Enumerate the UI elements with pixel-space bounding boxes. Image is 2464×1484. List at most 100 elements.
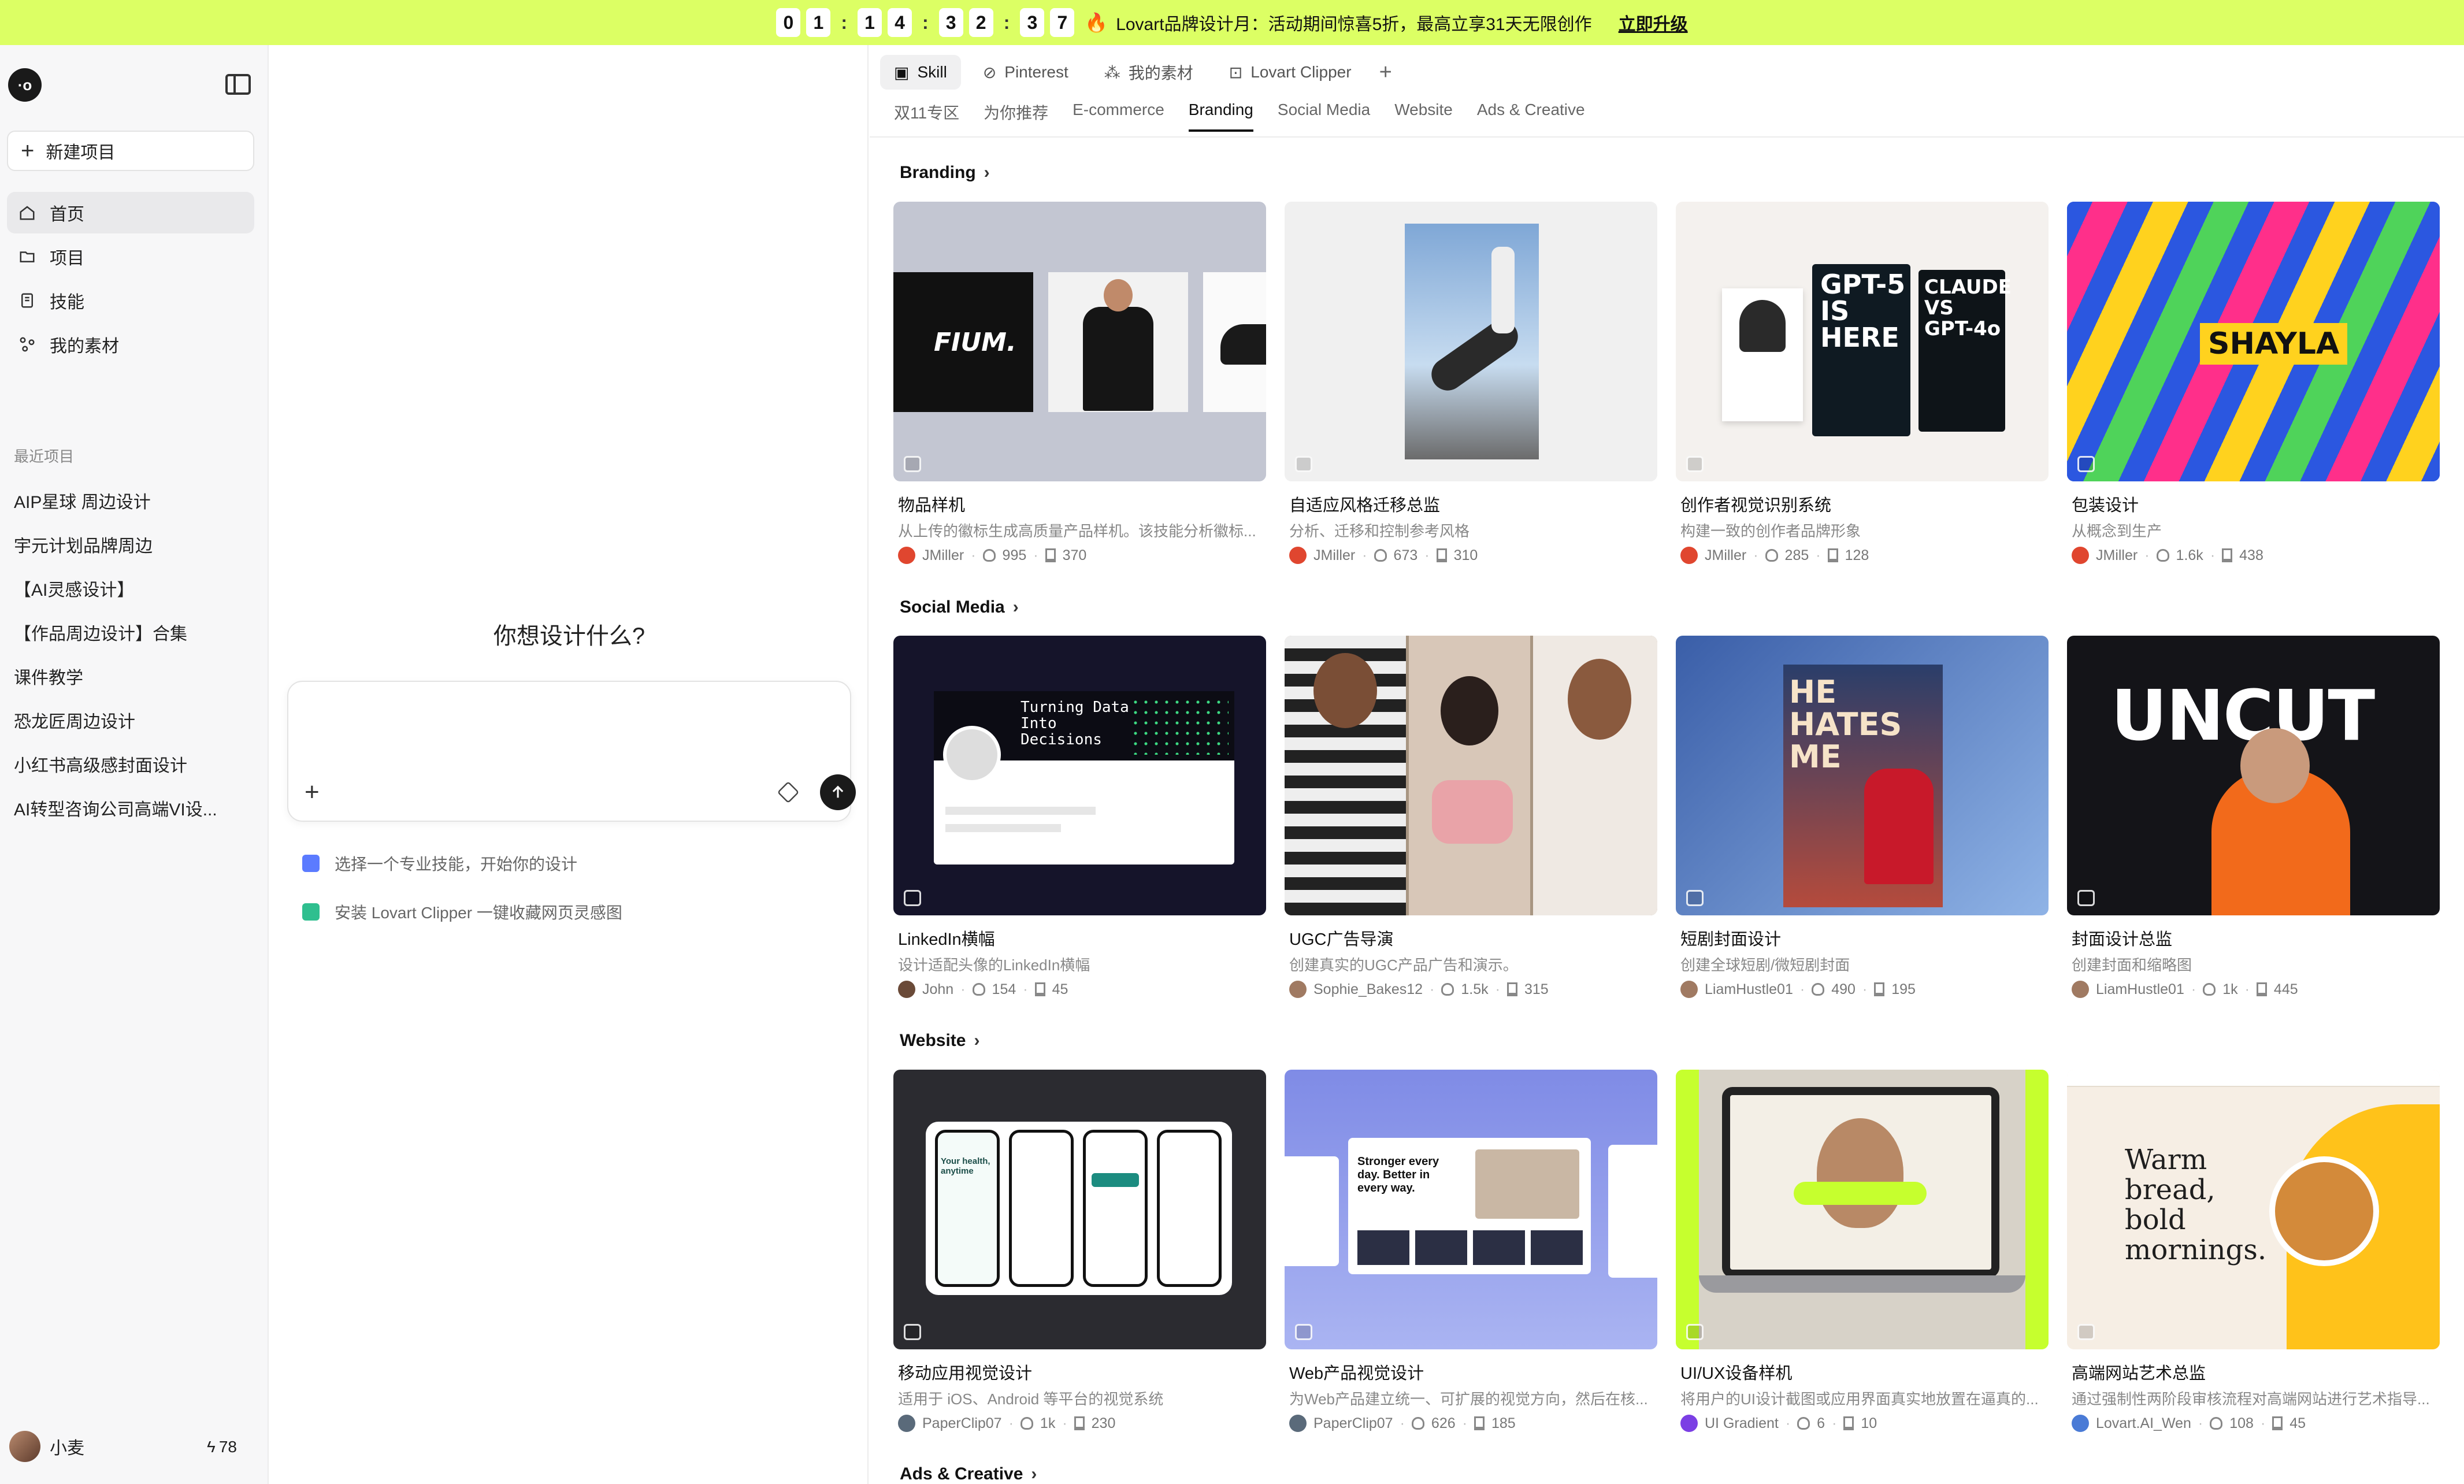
credits-badge[interactable]: ϟ 78 <box>207 1438 237 1456</box>
card-desc: 适用于 iOS、Android 等平台的视觉系统 <box>898 1390 1164 1408</box>
avatar <box>9 1431 40 1462</box>
category-tab[interactable]: 双11专区 <box>894 101 959 132</box>
sidebar-item-label: 项目 <box>50 249 84 268</box>
recent-project-item[interactable]: 宇元计划品牌周边 <box>14 522 257 566</box>
thumb-text: Your health, anytime <box>941 1156 990 1176</box>
skill-card[interactable]: UGC广告导演 创建真实的UGC产品广告和演示。 Sophie_Bakes12 … <box>1285 636 1657 998</box>
recent-project-item[interactable]: AI转型咨询公司高端VI设... <box>14 786 257 830</box>
image-icon <box>2077 1324 2095 1340</box>
recent-project-item[interactable]: 【作品周边设计】合集 <box>14 610 257 654</box>
top-tabs: ▣ Skill ⊘ Pinterest ⁂ 我的素材 ⊡ Lovart Clip… <box>880 53 1398 91</box>
skill-card[interactable]: GPT-5 IS HERE CLAUDE VS GPT-4o 创作者视觉识别系统… <box>1676 202 2049 564</box>
card-thumbnail: Warm bread, bold mornings. <box>2067 1070 2440 1349</box>
user-icon <box>1797 1417 1810 1430</box>
save-count: 195 <box>1891 981 1916 997</box>
recent-projects-list: AIP星球 周边设计 宇元计划品牌周边 【AI灵感设计】 【作品周边设计】合集 … <box>14 478 257 830</box>
send-button[interactable] <box>820 774 856 810</box>
skill-card[interactable]: SHAYLA 包装设计 从概念到生产 JMiller · 1.6k · 438 <box>2067 202 2440 564</box>
skill-card[interactable]: UNCUT 封面设计总监 创建封面和缩略图 LiamHustle01 · 1k … <box>2067 636 2440 998</box>
sidebar-item-home[interactable]: 首页 <box>7 192 254 233</box>
bookmark-icon <box>2272 1416 2283 1430</box>
use-count: 1k <box>1040 1415 1056 1431</box>
user-icon <box>1411 1417 1424 1430</box>
card-desc: 为Web产品建立统一、可扩展的视觉方向，然后在核... <box>1289 1390 1648 1408</box>
save-count: 128 <box>1845 547 1869 563</box>
use-count: 154 <box>992 981 1016 997</box>
section-title-branding[interactable]: Branding › <box>900 163 990 183</box>
hint-clipper[interactable]: 安装 Lovart Clipper 一键收藏网页灵感图 <box>302 900 622 923</box>
section-title-website[interactable]: Website › <box>900 1031 979 1051</box>
skill-card[interactable]: Turning Data Into Decisions LinkedIn横幅 设… <box>893 636 1266 998</box>
card-meta: Sophie_Bakes12 · 1.5k · 315 <box>1285 981 1657 998</box>
home-icon <box>17 203 37 222</box>
card-desc: 创建封面和缩略图 <box>2072 956 2192 974</box>
recent-project-item[interactable]: AIP星球 周边设计 <box>14 478 257 522</box>
lovart-logo[interactable]: ·o <box>8 68 42 102</box>
category-tab[interactable]: Website <box>1394 101 1453 132</box>
card-title: 创作者视觉识别系统 <box>1680 496 1832 515</box>
countdown-digit: 0 <box>776 8 801 37</box>
skill-card[interactable]: Your health, anytime 移动应用视觉设计 适用于 iOS、An… <box>893 1070 1266 1432</box>
thumb-text: Stronger every day. Better in every way. <box>1357 1155 1439 1194</box>
recent-projects-title: 最近项目 <box>14 448 75 465</box>
category-tab[interactable]: E-commerce <box>1073 101 1164 132</box>
image-icon <box>1686 456 1704 472</box>
category-tab-active[interactable]: Branding <box>1188 101 1253 132</box>
sidebar-item-skills[interactable]: 技能 <box>7 280 254 321</box>
card-desc: 创建全球短剧/微短剧封面 <box>1680 956 1850 974</box>
skill-card[interactable]: HE HATES ME 短剧封面设计 创建全球短剧/微短剧封面 LiamHust… <box>1676 636 2049 998</box>
cube-icon[interactable] <box>777 781 800 804</box>
chat-title: 你想设计什么? <box>493 624 645 649</box>
sidebar-item-assets[interactable]: 我的素材 <box>7 324 254 365</box>
card-title: 移动应用视觉设计 <box>898 1364 1033 1383</box>
hint-skill[interactable]: 选择一个专业技能，开始你的设计 <box>302 852 577 875</box>
recent-project-item[interactable]: 小红书高级感封面设计 <box>14 742 257 786</box>
bookmark-icon <box>1436 548 1447 562</box>
fire-icon: 🔥 <box>1085 12 1108 33</box>
assets-icon: ⁂ <box>1104 63 1120 81</box>
use-count: 285 <box>1784 547 1809 563</box>
save-count: 10 <box>1861 1415 1877 1431</box>
category-tab[interactable]: 为你推荐 <box>984 101 1048 132</box>
card-desc: 通过强制性两阶段审核流程对高端网站进行艺术指导... <box>2072 1390 2430 1408</box>
sidebar-collapse-icon[interactable] <box>225 74 251 95</box>
author-name: JMiller <box>1313 547 1356 563</box>
section-title-ads-creative[interactable]: Ads & Creative › <box>900 1464 1037 1484</box>
prompt-input[interactable] <box>306 699 826 745</box>
skill-card[interactable]: UI/UX设备样机 将用户的UI设计截图或应用界面真实地放置在逼真的... UI… <box>1676 1070 2049 1432</box>
tab-pinterest[interactable]: ⊘ Pinterest <box>969 55 1082 90</box>
category-tab[interactable]: Social Media <box>1278 101 1370 132</box>
card-thumbnail: GPT-5 IS HERE CLAUDE VS GPT-4o <box>1676 202 2049 481</box>
author-name: PaperClip07 <box>922 1415 1002 1431</box>
new-project-button[interactable]: + 新建项目 <box>7 131 254 171</box>
card-desc: 分析、迁移和控制参考风格 <box>1289 522 1470 540</box>
skill-icon: ▣ <box>894 63 910 81</box>
upgrade-link[interactable]: 立即升级 <box>1619 10 1688 35</box>
card-title: 短剧封面设计 <box>1680 930 1782 949</box>
card-meta: JMiller · 1.6k · 438 <box>2067 547 2440 564</box>
user-profile[interactable]: 小麦 <box>9 1431 84 1462</box>
recent-project-item[interactable]: 恐龙匠周边设计 <box>14 698 257 742</box>
skill-card[interactable]: FIUM. 物品样机 从上传的徽标生成高质量产品样机。该技能分析徽标... JM… <box>893 202 1266 564</box>
recent-project-item[interactable]: 【AI灵感设计】 <box>14 566 257 610</box>
user-icon <box>2156 549 2169 562</box>
add-tab-icon[interactable]: + <box>1374 60 1398 85</box>
card-thumbnail: SHAYLA <box>2067 202 2440 481</box>
category-tab[interactable]: Ads & Creative <box>1477 101 1585 132</box>
skill-card[interactable]: 自适应风格迁移总监 分析、迁移和控制参考风格 JMiller · 673 · 3… <box>1285 202 1657 564</box>
section-title-social-media[interactable]: Social Media › <box>900 598 1019 617</box>
tab-clipper[interactable]: ⊡ Lovart Clipper <box>1215 55 1365 90</box>
user-icon <box>2203 983 2216 996</box>
card-title: 自适应风格迁移总监 <box>1289 496 1441 515</box>
countdown-digit: 3 <box>1020 8 1045 37</box>
clipper-icon: ⊡ <box>1229 63 1243 81</box>
skill-card[interactable]: Warm bread, bold mornings. 高端网站艺术总监 通过强制… <box>2067 1070 2440 1432</box>
attach-plus-icon[interactable]: + <box>305 778 320 807</box>
tab-assets[interactable]: ⁂ 我的素材 <box>1090 55 1207 90</box>
sidebar-nav: 首页 项目 技能 我的素材 <box>7 192 254 368</box>
sidebar-item-projects[interactable]: 项目 <box>7 236 254 277</box>
recent-project-item[interactable]: 课件教学 <box>14 654 257 698</box>
card-thumbnail: Your health, anytime <box>893 1070 1266 1349</box>
skill-card[interactable]: Stronger every day. Better in every way.… <box>1285 1070 1657 1432</box>
tab-skill[interactable]: ▣ Skill <box>880 55 961 90</box>
